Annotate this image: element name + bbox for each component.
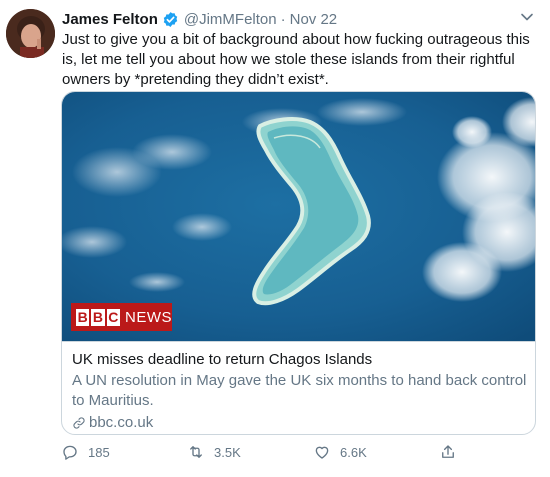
bbc-news-logo: B B C NEWS	[71, 303, 172, 331]
tweet-header: James Felton @JimMFelton · Nov 22	[62, 8, 337, 30]
like-icon	[315, 446, 329, 459]
retweet-icon	[190, 446, 202, 458]
bbc-letter: C	[106, 308, 120, 326]
link-icon	[73, 416, 85, 429]
tweet[interactable]: James Felton @JimMFelton · Nov 22 Just t…	[0, 0, 550, 477]
reply-count: 185	[88, 444, 110, 460]
share-button[interactable]	[439, 443, 466, 461]
share-icon	[442, 445, 454, 458]
chevron-down-icon[interactable]	[520, 10, 534, 24]
tweet-date[interactable]: Nov 22	[290, 11, 338, 28]
reply-button[interactable]: 185	[61, 443, 110, 461]
tweet-text: Just to give you a bit of background abo…	[62, 31, 530, 88]
bbc-news-label: NEWS	[124, 308, 172, 326]
author-handle[interactable]: @JimMFelton	[184, 11, 277, 28]
verified-badge-icon	[162, 11, 179, 28]
card-domain-text: bbc.co.uk	[89, 414, 154, 431]
separator: ·	[280, 10, 286, 28]
bbc-letter: B	[91, 308, 105, 326]
like-count: 6.6K	[340, 444, 367, 460]
bbc-letter: B	[76, 308, 90, 326]
card-description: A UN resolution in May gave the UK six m…	[72, 372, 527, 409]
card-image: B B C NEWS	[62, 92, 535, 341]
retweet-count: 3.5K	[214, 444, 241, 460]
avatar[interactable]	[6, 9, 55, 58]
tweet-actions: 185 3.5K 6.6K	[61, 443, 481, 465]
retweet-button[interactable]: 3.5K	[187, 443, 241, 461]
like-button[interactable]: 6.6K	[313, 443, 367, 461]
card-domain[interactable]: bbc.co.uk	[72, 414, 527, 431]
reply-icon	[63, 445, 77, 460]
card-body[interactable]: UK misses deadline to return Chagos Isla…	[62, 341, 535, 434]
author-name[interactable]: James Felton	[62, 11, 158, 28]
card-title[interactable]: UK misses deadline to return Chagos Isla…	[72, 350, 527, 370]
link-card[interactable]: B B C NEWS UK misses deadline to return …	[61, 91, 536, 435]
